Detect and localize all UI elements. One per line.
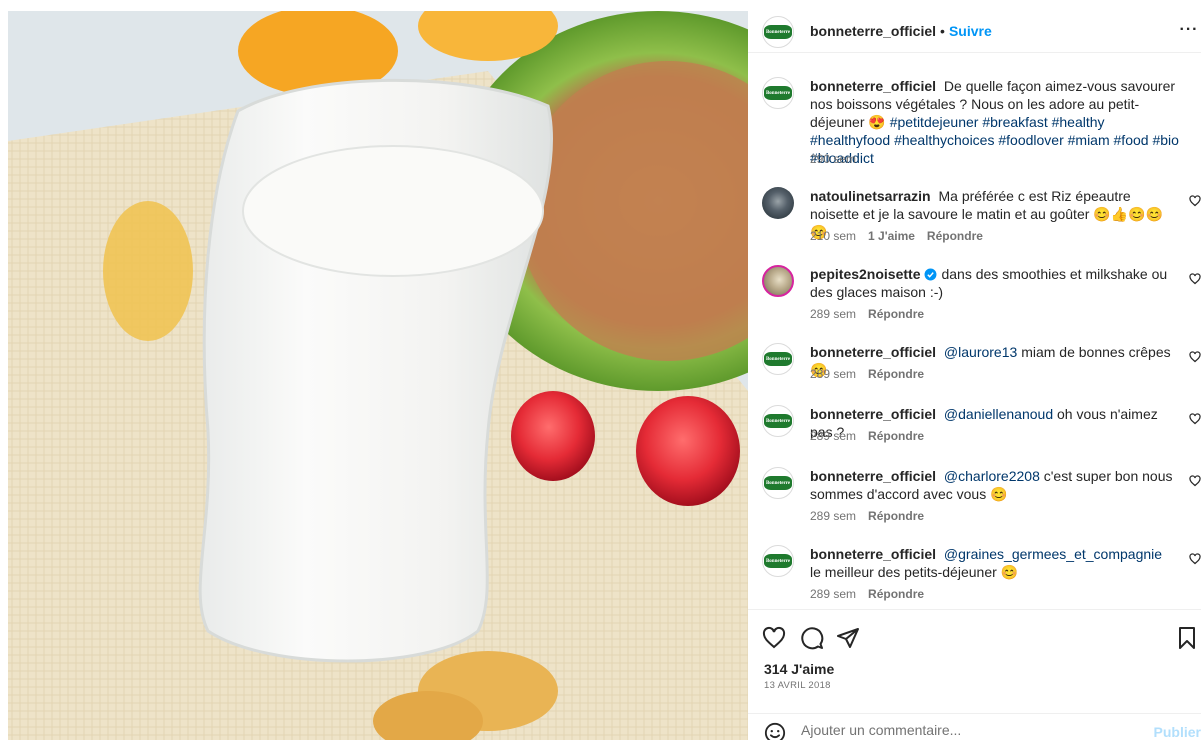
commenter-avatar[interactable] <box>762 265 794 297</box>
reply-button[interactable]: Répondre <box>868 429 924 443</box>
comment-username[interactable]: bonneterre_officiel <box>810 546 936 562</box>
comment-mention[interactable]: @laurore13 <box>944 344 1017 360</box>
likes-count[interactable]: 314 J'aime <box>764 661 834 677</box>
author-avatar[interactable]: Bonneterre <box>762 16 794 48</box>
comment-text: pepites2noisette dans des smoothies et mi… <box>810 265 1174 301</box>
brand-logo: Bonneterre <box>764 86 792 100</box>
save-bookmark-icon[interactable] <box>1175 626 1199 650</box>
post-date: 13 AVRIL 2018 <box>764 680 831 691</box>
commenter-avatar[interactable]: Bonneterre <box>762 467 794 499</box>
comment-meta: 289 sem Répondre <box>810 367 936 381</box>
post-actions: 314 J'aime 13 AVRIL 2018 Publier <box>748 609 1201 740</box>
comment-time[interactable]: 289 sem <box>810 429 856 443</box>
like-comment-heart-icon[interactable] <box>1189 351 1201 363</box>
like-comment-heart-icon[interactable] <box>1189 413 1201 425</box>
commenter-avatar[interactable] <box>762 187 794 219</box>
like-comment-heart-icon[interactable] <box>1189 475 1201 487</box>
comment-input[interactable] <box>801 722 1131 738</box>
comment-body: le meilleur des petits-déjeuner 😊 <box>810 564 1019 580</box>
comment-bubble-icon[interactable] <box>800 626 824 650</box>
comment-time[interactable]: 289 sem <box>810 587 856 601</box>
comment-text: bonneterre_officiel @charlore2208 c'est … <box>810 467 1174 503</box>
comment-likes[interactable]: 1 J'aime <box>868 229 915 243</box>
like-heart-icon[interactable] <box>762 626 786 650</box>
comment-username[interactable]: pepites2noisette <box>810 266 920 282</box>
comment-text: bonneterre_officiel @graines_germees_et_… <box>810 545 1174 581</box>
add-comment-bar: Publier <box>748 713 1201 740</box>
verified-badge-icon <box>925 268 937 281</box>
comment-mention[interactable]: @graines_germees_et_compagnie <box>944 546 1162 562</box>
reply-button[interactable]: Répondre <box>868 509 924 523</box>
reply-button[interactable]: Répondre <box>868 587 924 601</box>
post-image[interactable] <box>8 11 748 740</box>
brand-logo: Bonneterre <box>764 554 792 568</box>
reply-button[interactable]: Répondre <box>868 307 924 321</box>
caption-username[interactable]: bonneterre_officiel <box>810 78 936 94</box>
brand-logo: Bonneterre <box>764 25 792 39</box>
comment-meta: 210 sem 1 J'aime Répondre <box>810 229 995 243</box>
like-comment-heart-icon[interactable] <box>1189 195 1201 207</box>
comment-meta: 289 sem Répondre <box>810 429 936 443</box>
comment-time[interactable]: 289 sem <box>810 307 856 321</box>
brand-logo: Bonneterre <box>764 414 792 428</box>
comment-meta: 289 sem Répondre <box>810 307 936 321</box>
brand-logo: Bonneterre <box>764 352 792 366</box>
follow-button[interactable]: Suivre <box>949 23 992 39</box>
commenter-avatar[interactable]: Bonneterre <box>762 343 794 375</box>
publish-button[interactable]: Publier <box>1154 724 1201 740</box>
share-send-icon[interactable] <box>836 626 860 650</box>
comment-username[interactable]: bonneterre_officiel <box>810 406 936 422</box>
caption-meta: 290 sem <box>810 152 868 166</box>
comment-mention[interactable]: @daniellenanoud <box>944 406 1053 422</box>
commenter-avatar[interactable]: Bonneterre <box>762 405 794 437</box>
comment-mention[interactable]: @charlore2208 <box>944 468 1040 484</box>
brand-logo: Bonneterre <box>764 476 792 490</box>
like-comment-heart-icon[interactable] <box>1189 273 1201 285</box>
comment-meta: 289 sem Répondre <box>810 509 936 523</box>
like-comment-heart-icon[interactable] <box>1189 553 1201 565</box>
author-username[interactable]: bonneterre_officiel <box>810 23 936 39</box>
comment-username[interactable]: bonneterre_officiel <box>810 468 936 484</box>
milk-glass-photo <box>8 11 748 740</box>
post-header: Bonneterre bonneterre_officiel • Suivre ··… <box>748 11 1201 53</box>
comment-username[interactable]: bonneterre_officiel <box>810 344 936 360</box>
comment-meta: 289 sem Répondre <box>810 587 936 601</box>
header-author-line: bonneterre_officiel • Suivre <box>810 23 992 39</box>
reply-button[interactable]: Répondre <box>927 229 983 243</box>
separator-dot: • <box>940 23 945 39</box>
post-details-panel: Bonneterre bonneterre_officiel • Suivre ··… <box>748 11 1201 740</box>
more-options-icon[interactable]: ··· <box>1177 21 1201 39</box>
comment-time[interactable]: 289 sem <box>810 509 856 523</box>
reply-button[interactable]: Répondre <box>868 367 924 381</box>
caption-time[interactable]: 290 sem <box>810 152 856 166</box>
comment-username[interactable]: natoulinetsarrazin <box>810 188 931 204</box>
emoji-smiley-icon[interactable] <box>764 722 786 740</box>
author-avatar[interactable]: Bonneterre <box>762 77 794 109</box>
comment-time[interactable]: 210 sem <box>810 229 856 243</box>
comment-time[interactable]: 289 sem <box>810 367 856 381</box>
commenter-avatar[interactable]: Bonneterre <box>762 545 794 577</box>
